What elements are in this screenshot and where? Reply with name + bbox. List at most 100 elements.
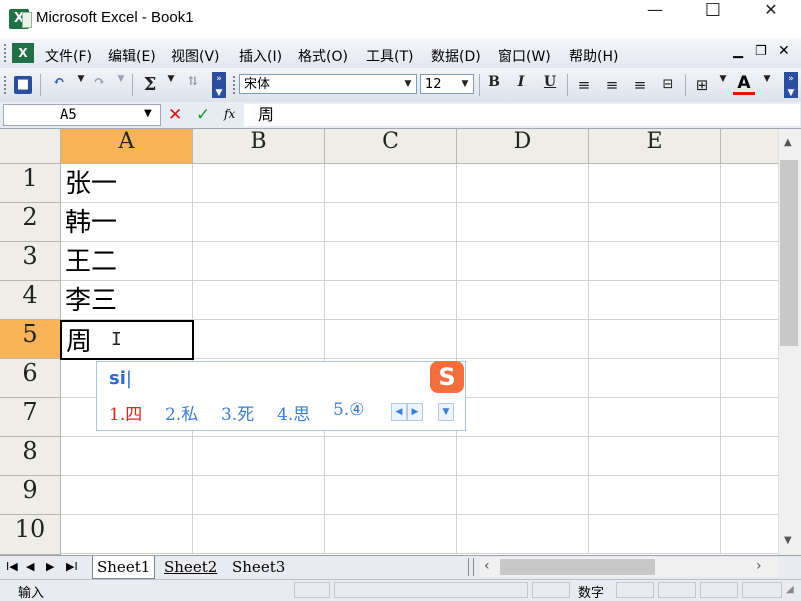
grid-cell[interactable] [589,242,721,281]
cell-a1[interactable]: 张一 [61,164,193,203]
sheet-tab-sheet2[interactable]: Sheet2 [160,556,221,578]
italic-button[interactable]: I [510,74,532,96]
menu-tools[interactable]: 工具(T) [366,46,413,66]
ime-candidate-4[interactable]: 4.思 [277,400,310,425]
doc-close-icon[interactable]: ✕ [778,43,790,59]
grid-cell[interactable] [589,476,721,515]
menu-window[interactable]: 窗口(W) [498,46,551,66]
ime-candidate-2[interactable]: 2.私 [165,400,198,425]
sheet-tab-sheet3[interactable]: Sheet3 [228,556,289,578]
grid-cell[interactable] [721,242,778,281]
grid-cell[interactable] [457,242,589,281]
font-name-select[interactable]: 宋体 ▼ [239,74,417,94]
select-all-corner[interactable] [0,129,61,164]
name-box[interactable]: A5 [3,104,161,126]
menu-data[interactable]: 数据(D) [431,46,481,66]
menu-edit[interactable]: 编辑(E) [108,46,156,66]
borders-icon[interactable]: ⊞ [691,74,713,96]
chevron-down-icon[interactable]: ▼ [457,75,473,93]
column-header-e[interactable]: E [589,129,721,164]
scroll-down-icon[interactable]: ▼ [784,535,792,546]
borders-dropdown-icon[interactable]: ▼ [712,74,734,96]
sheet-tab-sheet1[interactable]: Sheet1 [92,556,156,579]
doc-minimize-icon[interactable]: ▁ [733,44,743,59]
grid-cell[interactable] [193,242,325,281]
toolbar-options-icon[interactable]: » ▼ [784,72,798,98]
row-header-5[interactable]: 5 [0,320,61,359]
grid-cell[interactable] [61,437,193,476]
grid-cell[interactable] [457,476,589,515]
doc-restore-icon[interactable]: ❐ [755,44,767,59]
grid-cell[interactable] [589,164,721,203]
minimize-button[interactable]: — [626,0,684,38]
prev-sheet-icon[interactable]: ◀ [26,560,34,573]
grid-cell[interactable] [589,203,721,242]
sort-descending-icon[interactable]: ⇅ [182,74,204,96]
grid-cell[interactable] [457,437,589,476]
grid-cell[interactable] [193,476,325,515]
grid-cell[interactable] [193,515,325,554]
grid-cell[interactable] [721,398,778,437]
save-icon[interactable]: ■ [14,76,32,94]
grid-cell[interactable] [457,320,589,359]
grid-cell[interactable] [589,359,721,398]
resize-grip-icon[interactable]: ◢ [786,584,794,595]
horizontal-scroll-thumb[interactable] [500,559,655,575]
insert-function-icon[interactable]: fx [224,107,235,121]
align-left-icon[interactable]: ≡ [573,74,595,96]
font-color-dropdown-icon[interactable]: ▼ [756,74,778,96]
grid-cell[interactable] [457,398,589,437]
cancel-icon[interactable]: ✕ [168,105,182,125]
grid-cell[interactable] [61,515,193,554]
grid-cell[interactable] [325,164,457,203]
toolbar-grip[interactable] [233,76,238,94]
ime-expand-icon[interactable]: ▼ [438,403,454,421]
redo-icon[interactable]: ↷ [88,74,110,96]
grid-cell[interactable] [457,281,589,320]
autosum-icon[interactable]: Σ [139,74,161,96]
last-sheet-icon[interactable]: ▶I [66,560,78,573]
row-header-3[interactable]: 3 [0,242,61,281]
grid-cell[interactable] [325,437,457,476]
column-header-f[interactable] [721,129,778,164]
ime-candidate-5[interactable]: 5.④ [333,400,364,420]
font-size-select[interactable]: 12 ▼ [420,74,474,94]
grid-cell[interactable] [721,164,778,203]
row-header-4[interactable]: 4 [0,281,61,320]
tab-split-handle[interactable] [468,558,474,576]
grid-cell[interactable] [721,281,778,320]
font-color-icon[interactable]: A [733,74,755,95]
toolbar-grip[interactable] [4,76,9,94]
redo-dropdown-icon[interactable]: ▼ [110,74,132,96]
grid-cell[interactable] [193,281,325,320]
row-header-6[interactable]: 6 [0,359,61,398]
row-header-8[interactable]: 8 [0,437,61,476]
grid-cell[interactable] [721,320,778,359]
grid-cell[interactable] [589,320,721,359]
grid-cell[interactable] [325,476,457,515]
workbook-icon[interactable]: X [12,43,34,63]
ime-prev-page-icon[interactable]: ◀ [391,403,407,421]
scroll-right-icon[interactable]: › [756,558,762,574]
grid-cell[interactable] [457,164,589,203]
row-header-9[interactable]: 9 [0,476,61,515]
cell-a2[interactable]: 韩一 [61,203,193,242]
grid-cell[interactable] [457,203,589,242]
toolbar-options-icon[interactable]: » ▼ [212,72,226,98]
underline-button[interactable]: U [539,74,561,96]
ime-next-page-icon[interactable]: ▶ [407,403,423,421]
row-header-7[interactable]: 7 [0,398,61,437]
align-center-icon[interactable]: ≡ [601,74,623,96]
menu-format[interactable]: 格式(O) [298,46,348,66]
bold-button[interactable]: B [483,74,505,96]
merge-center-icon[interactable]: ⊟ [657,74,679,96]
align-right-icon[interactable]: ≡ [629,74,651,96]
grid-cell[interactable] [721,437,778,476]
menu-grip[interactable] [4,44,10,62]
row-header-10[interactable]: 10 [0,515,61,555]
close-button[interactable]: ✕ [742,0,800,38]
menu-view[interactable]: 视图(V) [171,46,220,66]
grid-cell[interactable] [457,515,589,554]
grid-cell[interactable] [325,320,457,359]
autosum-dropdown-icon[interactable]: ▼ [160,74,182,96]
